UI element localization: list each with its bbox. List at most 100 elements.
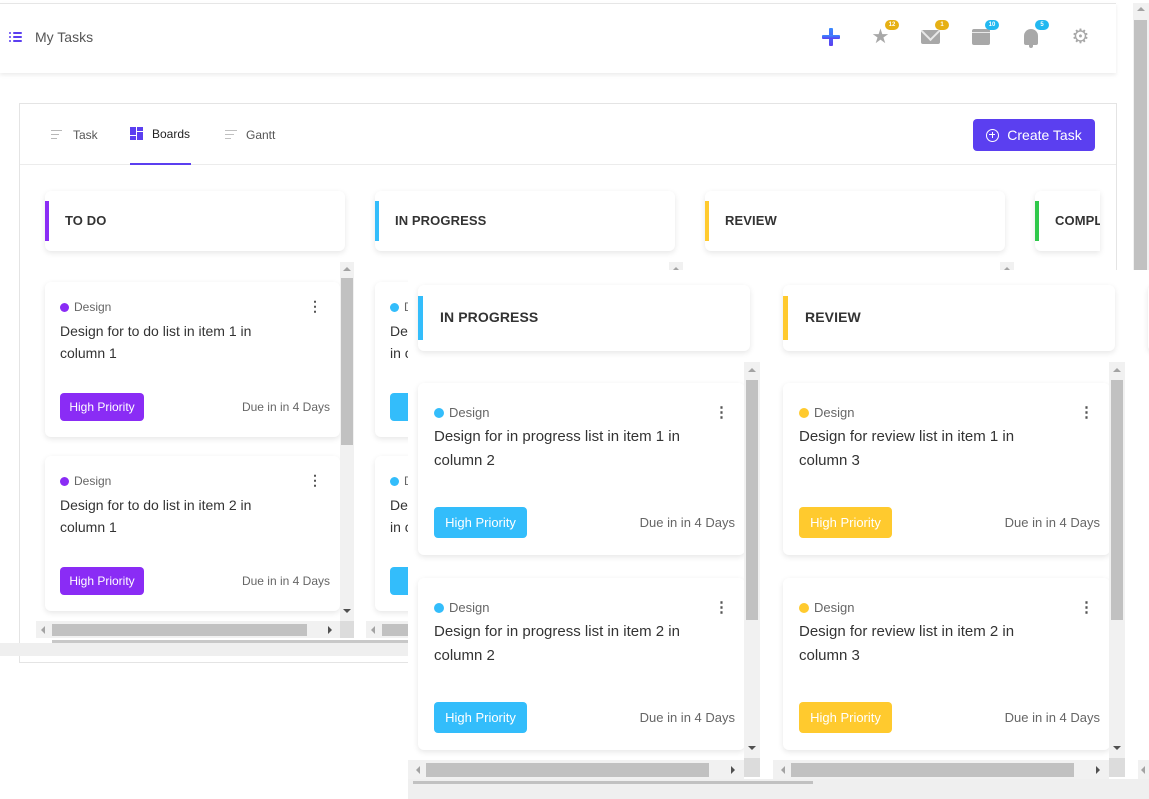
more-options-icon[interactable]: ⋮ — [1079, 403, 1094, 421]
page-scrollbar[interactable] — [1133, 3, 1149, 275]
column-title: IN PROGRESS — [440, 309, 539, 325]
tab-gantt[interactable]: Gantt — [225, 104, 275, 165]
scroll-up-arrow-icon[interactable] — [1137, 7, 1145, 11]
card-title: Design for review list in item 1 in colu… — [799, 428, 1015, 469]
more-options-icon[interactable]: ⋮ — [1079, 598, 1094, 616]
board-zoom-overlay: IN PROGRESS REVIEW Design ⋮ Design for i… — [408, 270, 1149, 799]
due-date: Due in in 4 Days — [639, 710, 735, 725]
card-title: Design for review list in item 2 in colu… — [799, 623, 1015, 664]
due-date: Due in in 4 Days — [1004, 710, 1100, 725]
due-date: Due in in 4 Days — [241, 574, 330, 588]
add-button[interactable] — [818, 24, 843, 49]
column-header-todo[interactable]: TO DO — [45, 191, 345, 251]
card-tag: Design — [60, 300, 111, 314]
due-date: Due in in 4 Days — [1004, 515, 1100, 530]
card-title: Design for to do list in item 1 in colum… — [60, 323, 252, 361]
todo-column-hscrollbar[interactable] — [36, 621, 340, 638]
priority-badge[interactable]: High Priority — [799, 507, 892, 538]
create-task-label: Create Task — [1007, 127, 1082, 143]
card-title: Design for to do list in item 2 in colum… — [60, 497, 252, 535]
complete-column-hscrollbar[interactable] — [1138, 760, 1149, 780]
column-title: IN PROGRESS — [395, 213, 487, 228]
calendar-button[interactable]: 10 — [968, 20, 999, 49]
card-title: Design for in progress list in item 2 in… — [434, 623, 680, 664]
scroll-thumb[interactable] — [1111, 380, 1123, 620]
task-card[interactable]: Design ⋮ Design for review list in item … — [783, 578, 1110, 750]
tag-dot-icon — [60, 302, 69, 312]
card-title: Design for in progress list in item 1 in… — [434, 428, 680, 469]
column-header-review[interactable]: REVIEW — [783, 285, 1115, 351]
tab-boards-label: Boards — [152, 126, 191, 141]
task-card[interactable]: Design ⋮ Design for in progress list in … — [418, 578, 745, 750]
boards-view-icon — [130, 127, 143, 140]
tag-dot-icon — [434, 407, 444, 418]
favorites-button[interactable]: ★ 12 — [868, 20, 899, 49]
column-title: TO DO — [65, 213, 107, 228]
settings-button[interactable]: ⚙ — [1068, 24, 1093, 49]
task-card[interactable]: Design ⋮ Design for in progress list in … — [418, 383, 745, 555]
priority-badge[interactable]: High Priority — [60, 567, 144, 595]
add-circle-icon — [986, 128, 1000, 142]
more-options-icon[interactable]: ⋮ — [714, 403, 729, 421]
tag-dot-icon — [60, 476, 69, 486]
priority-badge[interactable]: High Priority — [799, 702, 892, 733]
scroll-thumb[interactable] — [426, 763, 709, 777]
column-header-review[interactable]: REVIEW — [705, 191, 1005, 251]
card-tag: Design — [434, 600, 489, 615]
top-header: My Tasks ★ 12 1 10 5 ⚙ — [0, 3, 1116, 73]
column-color-bar — [783, 296, 788, 340]
column-header-in-progress[interactable]: IN PROGRESS — [418, 285, 750, 351]
review-column-vscrollbar[interactable] — [1109, 362, 1125, 758]
column-header-complete[interactable]: COMPL — [1035, 191, 1100, 251]
column-title: REVIEW — [725, 213, 777, 228]
task-card[interactable]: Design ⋮ Design for to do list in item 2… — [45, 456, 340, 611]
star-icon: ★ — [871, 25, 890, 48]
notifications-button[interactable]: 5 — [1018, 20, 1049, 49]
column-color-bar — [1035, 201, 1039, 241]
review-column-hscrollbar[interactable] — [773, 760, 1109, 780]
page-title: My Tasks — [35, 29, 94, 45]
scroll-corner — [744, 758, 760, 777]
tab-boards[interactable]: Boards — [130, 104, 191, 165]
tag-dot-icon — [799, 602, 809, 613]
todo-column-vscrollbar[interactable] — [340, 276, 354, 621]
priority-badge[interactable]: High Priority — [60, 393, 144, 421]
notifications-badge: 5 — [1035, 20, 1049, 30]
column-title: COMPL — [1055, 213, 1100, 228]
page-scroll-thumb[interactable] — [1134, 20, 1147, 275]
tab-task[interactable]: Task — [51, 104, 98, 165]
mail-icon — [921, 29, 940, 44]
scroll-thumb[interactable] — [746, 380, 758, 620]
scroll-thumb[interactable] — [52, 624, 307, 636]
bell-icon — [1023, 28, 1038, 48]
column-color-bar — [418, 296, 423, 340]
scroll-corner — [1109, 758, 1125, 777]
more-options-icon[interactable]: ⋮ — [714, 598, 729, 616]
more-options-icon[interactable]: ⋮ — [308, 298, 322, 315]
star-badge: 12 — [885, 20, 899, 30]
column-color-bar — [705, 201, 709, 241]
due-date: Due in in 4 Days — [639, 515, 735, 530]
priority-badge[interactable]: High Priority — [434, 702, 527, 733]
tab-task-label: Task — [73, 127, 98, 142]
scroll-thumb[interactable] — [791, 763, 1074, 777]
tab-gantt-label: Gantt — [246, 127, 276, 142]
more-options-icon[interactable]: ⋮ — [308, 472, 322, 489]
task-card[interactable]: Design ⋮ Design for review list in item … — [783, 383, 1110, 555]
task-card[interactable]: Design ⋮ Design for to do list in item 1… — [45, 282, 340, 437]
card-tag: Design — [799, 600, 854, 615]
in-progress-column-vscrollbar[interactable] — [744, 362, 760, 758]
overlay-hscroll-thumb[interactable] — [413, 781, 813, 784]
scroll-corner — [340, 621, 354, 638]
priority-badge[interactable]: High Priority — [434, 507, 527, 538]
create-task-button[interactable]: Create Task — [973, 119, 1095, 151]
mail-button[interactable]: 1 — [918, 20, 949, 49]
column-scroll-up[interactable] — [340, 262, 354, 276]
tag-dot-icon — [434, 602, 444, 613]
scroll-thumb[interactable] — [341, 278, 353, 445]
column-color-bar — [375, 201, 379, 241]
in-progress-column-hscrollbar[interactable] — [408, 760, 744, 780]
card-tag: Design — [799, 405, 854, 420]
column-color-bar — [45, 201, 49, 241]
column-header-in-progress[interactable]: IN PROGRESS — [375, 191, 675, 251]
